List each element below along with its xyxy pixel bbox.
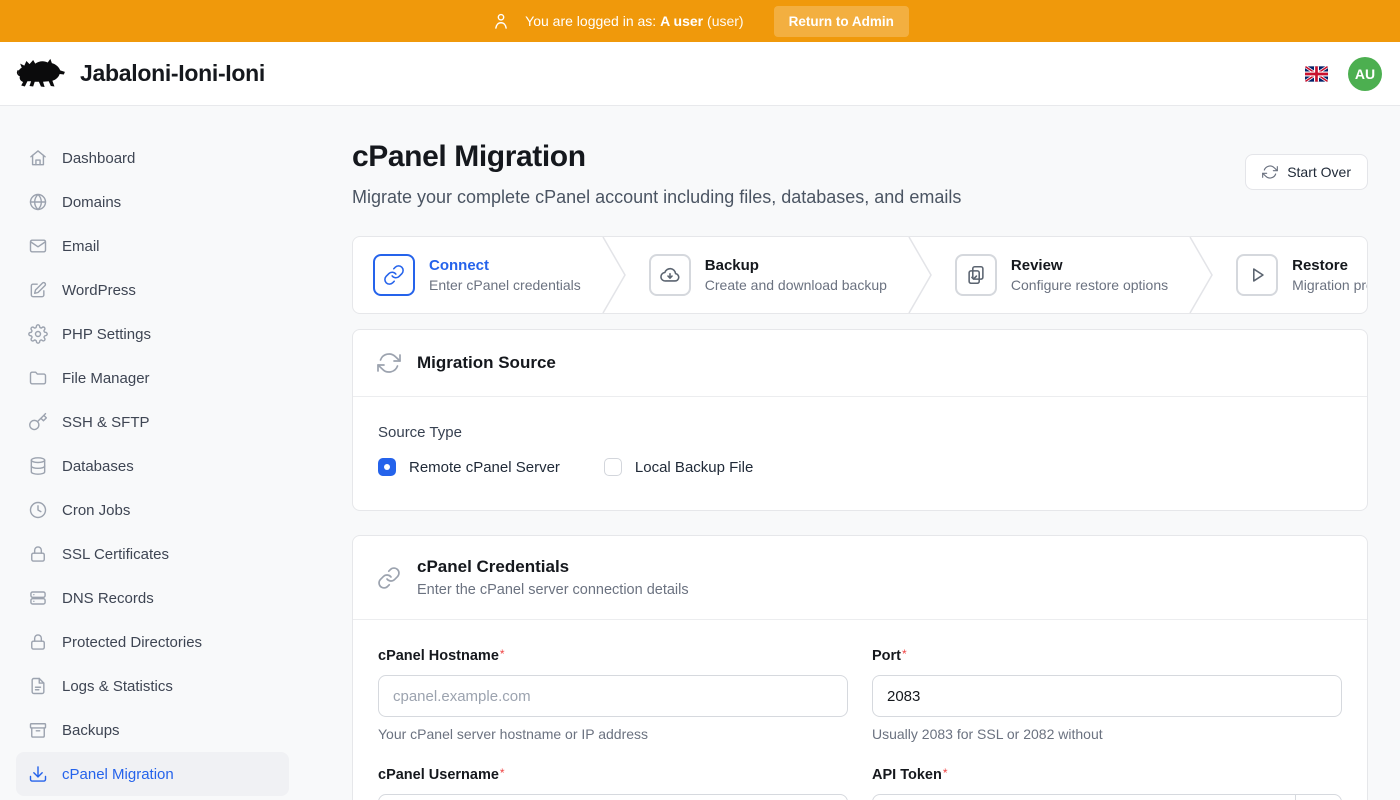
link-icon [383,264,405,286]
page-title: cPanel Migration [352,140,961,174]
play-icon [1246,264,1268,286]
sidebar-item-ssl-certificates[interactable]: SSL Certificates [16,532,289,576]
radio-remote-cpanel-server[interactable] [378,458,396,476]
required-asterisk: * [500,766,505,780]
boar-logo-icon [16,55,68,93]
option-remote-cpanel-server[interactable]: Remote cPanel Server [378,458,560,476]
lock-icon [28,632,48,652]
home-icon [28,148,48,168]
field-username: cPanel Username* [378,766,848,800]
user-avatar[interactable]: AU [1348,57,1382,91]
sidebar-item-protected-directories[interactable]: Protected Directories [16,620,289,664]
step-connect[interactable]: Connect Enter cPanel credentials [353,254,599,296]
refresh-icon [1262,164,1278,180]
credentials-subtitle: Enter the cPanel server connection detai… [417,582,689,598]
field-api-token: API Token* [872,766,1342,800]
option-local-backup-file[interactable]: Local Backup File [604,458,753,476]
gear-icon [28,324,48,344]
clock-icon [28,500,48,520]
sidebar-item-backups[interactable]: Backups [16,708,289,752]
migration-source-card: Migration Source Source Type Remote cPan… [352,329,1368,511]
folder-icon [28,368,48,388]
language-flag-icon[interactable] [1305,66,1328,82]
sidebar-item-dashboard[interactable]: Dashboard [16,136,289,180]
archive-icon [28,720,48,740]
api-token-input[interactable] [872,794,1296,800]
download-icon [28,764,48,784]
username-input[interactable] [378,794,848,800]
logged-in-user: A user [660,13,703,29]
impersonation-banner: You are logged in as: A user (user) Retu… [0,0,1400,42]
port-input[interactable] [872,675,1342,717]
sidebar-item-logs-statistics[interactable]: Logs & Statistics [16,664,289,708]
step-review[interactable]: Review Configure restore options [935,254,1186,296]
field-hostname: cPanel Hostname* Your cPanel server host… [378,647,848,742]
required-asterisk: * [902,647,907,661]
database-icon [28,456,48,476]
sidebar-item-wordpress[interactable]: WordPress [16,268,289,312]
field-port: Port* Usually 2083 for SSL or 2082 witho… [872,647,1342,742]
sidebar-item-ssh-sftp[interactable]: SSH & SFTP [16,400,289,444]
migration-source-title: Migration Source [417,353,556,373]
sidebar: Dashboard Domains Email WordPress PHP Se… [0,106,305,800]
toggle-token-visibility-button[interactable] [1295,794,1342,800]
step-backup[interactable]: Backup Create and download backup [629,254,905,296]
cpanel-credentials-card: cPanel Credentials Enter the cPanel serv… [352,535,1368,800]
logged-in-prefix: You are logged in as: [525,13,656,29]
file-text-icon [28,676,48,696]
radio-local-backup-file[interactable] [604,458,622,476]
step-separator [1186,237,1216,313]
sidebar-item-email[interactable]: Email [16,224,289,268]
edit-icon [28,280,48,300]
logged-in-role: (user) [707,13,744,29]
return-to-admin-button[interactable]: Return to Admin [774,6,909,37]
main-content: cPanel Migration Migrate your complete c… [305,106,1400,800]
sidebar-item-databases[interactable]: Databases [16,444,289,488]
source-type-label: Source Type [378,424,1342,441]
clipboard-check-icon [965,264,987,286]
server-icon [28,588,48,608]
sidebar-item-php-settings[interactable]: PHP Settings [16,312,289,356]
step-separator [905,237,935,313]
app-header: Jabaloni-Ioni-Ioni AU [0,42,1400,106]
cloud-download-icon [659,264,681,286]
globe-icon [28,192,48,212]
sidebar-item-domains[interactable]: Domains [16,180,289,224]
sidebar-item-file-manager[interactable]: File Manager [16,356,289,400]
sidebar-item-dns-records[interactable]: DNS Records [16,576,289,620]
required-asterisk: * [943,766,948,780]
lock-icon [28,544,48,564]
sidebar-item-cpanel-migration[interactable]: cPanel Migration [16,752,289,796]
step-restore[interactable]: Restore Migration progress [1216,254,1368,296]
page-subtitle: Migrate your complete cPanel account inc… [352,187,961,208]
migration-stepper: Connect Enter cPanel credentials Backup … [352,236,1368,314]
step-separator [599,237,629,313]
brand-name: Jabaloni-Ioni-Ioni [80,60,265,87]
brand[interactable]: Jabaloni-Ioni-Ioni [16,55,265,93]
hostname-input[interactable] [378,675,848,717]
mail-icon [28,236,48,256]
link-icon [377,566,401,590]
logged-in-text: You are logged in as: A user (user) [525,13,743,29]
start-over-button[interactable]: Start Over [1245,154,1368,190]
refresh-icon [377,351,401,375]
user-icon [491,11,511,31]
credentials-title: cPanel Credentials [417,557,689,577]
sidebar-item-cron-jobs[interactable]: Cron Jobs [16,488,289,532]
required-asterisk: * [500,647,505,661]
key-icon [28,412,48,432]
